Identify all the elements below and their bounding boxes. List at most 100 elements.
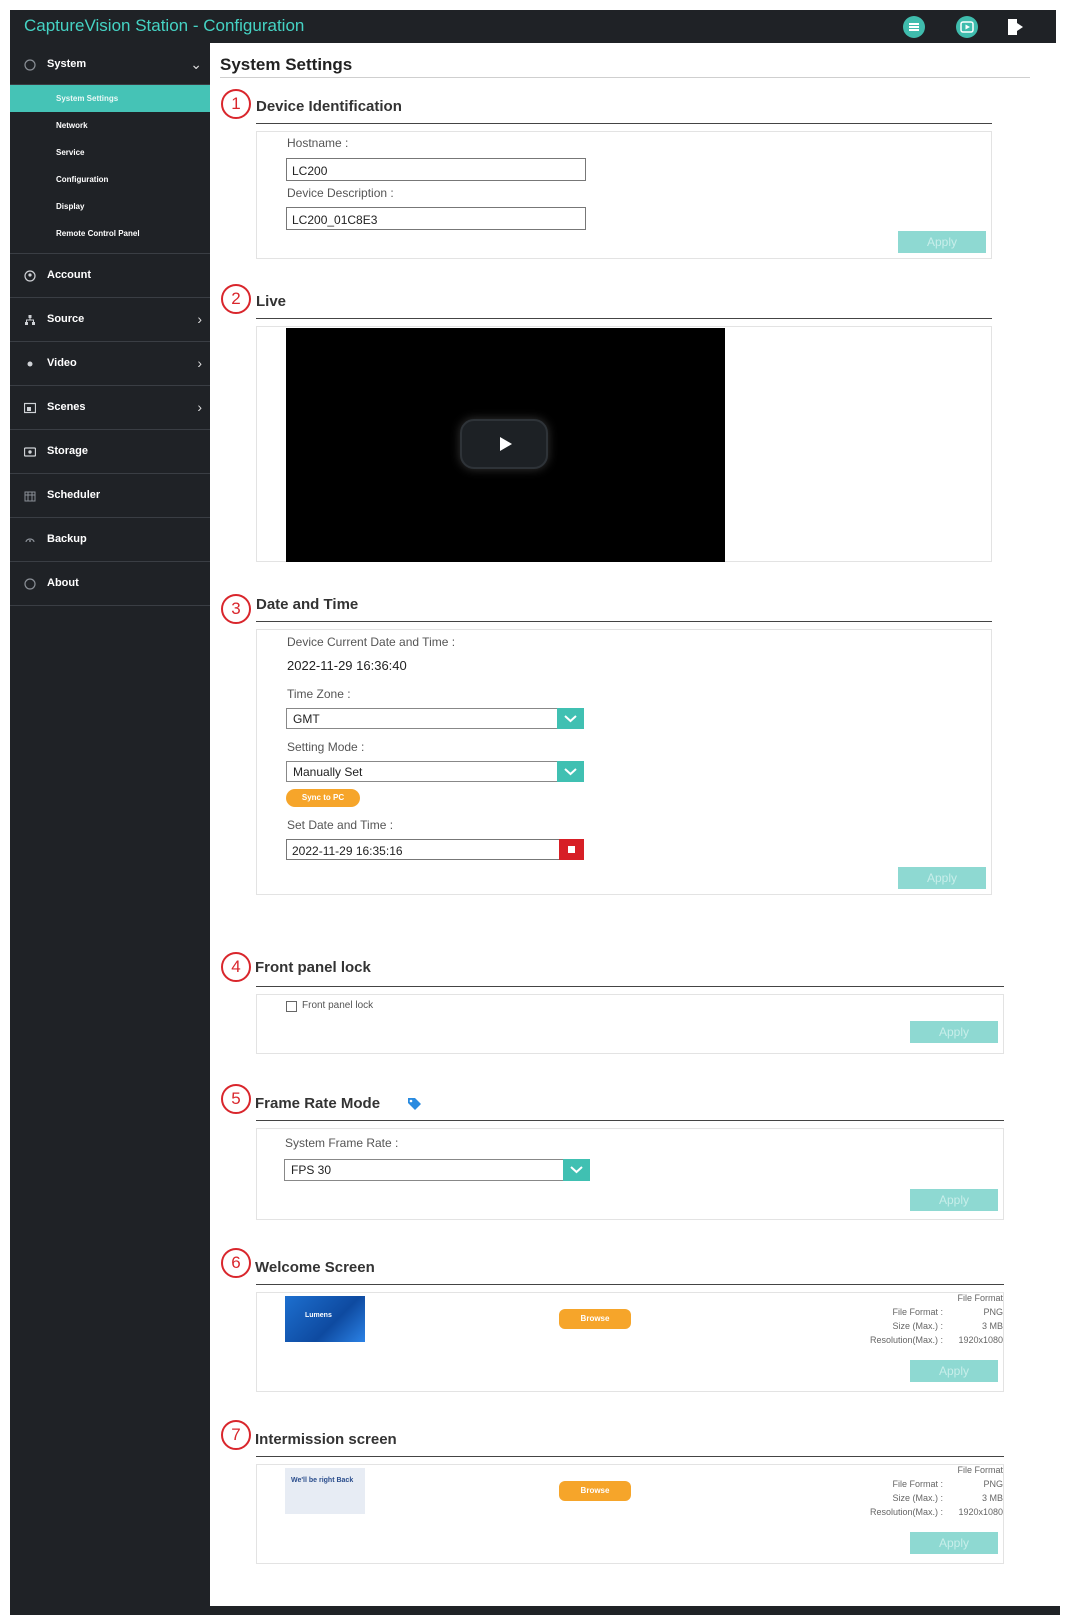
live-panel [256,326,992,562]
system-frame-rate-select[interactable]: FPS 30 [284,1159,590,1181]
size-value: 3 MB [981,1493,1003,1503]
sidebar-item-account[interactable]: Account [10,254,210,298]
intermission-screen-thumbnail: We'll be right Back [285,1468,365,1514]
sidebar-item-video[interactable]: Video › [10,342,210,386]
setting-mode-value: Manually Set [293,765,363,779]
chevron-down-icon [563,1159,590,1181]
sidebar-item-about[interactable]: About [10,562,210,606]
date-time-panel: Device Current Date and Time : 2022-11-2… [256,629,992,895]
file-format-heading: File Format [957,1465,1003,1475]
sidebar-item-storage[interactable]: Storage [10,430,210,474]
logout-icon[interactable] [1004,16,1026,38]
tag-icon[interactable] [406,1096,422,1112]
hostname-label: Hostname : [287,136,349,150]
section-marker: 4 [221,952,251,982]
file-format-value: PNG [983,1307,1003,1317]
chevron-right-icon: › [197,355,202,371]
divider [256,123,992,124]
section-marker: 6 [221,1248,251,1278]
section-title: Intermission screen [255,1431,397,1448]
bottom-bar [210,1606,1060,1615]
sidebar-subitem-service[interactable]: Service [10,139,210,166]
sidebar-item-scheduler[interactable]: Scheduler [10,474,210,518]
apply-button[interactable]: Apply [910,1021,998,1043]
size-value: 3 MB [981,1321,1003,1331]
intermission-screen-panel: We'll be right Back Browse File Format F… [256,1464,1004,1564]
device-identification-panel: Hostname : Device Description : Apply [256,131,992,259]
chevron-down-icon [557,761,584,782]
sidebar-item-label: Account [47,269,91,281]
sidebar-subitem-remote-control-panel[interactable]: Remote Control Panel [10,220,210,247]
size-label: Size (Max.) : [892,1493,943,1503]
apply-button[interactable]: Apply [898,231,986,253]
sidebar-item-label: About [47,577,79,589]
device-description-field[interactable] [286,207,586,230]
page-title: System Settings [220,55,353,74]
hostname-field[interactable] [286,158,586,181]
browse-button[interactable]: Browse [559,1309,631,1329]
sidebar-subitem-display[interactable]: Display [10,193,210,220]
chevron-down-icon: ⌄ [190,56,202,72]
file-format-label: File Format : [892,1307,943,1317]
apply-button[interactable]: Apply [910,1532,998,1554]
sidebar-item-system[interactable]: System ⌄ [10,43,210,85]
section-title: Welcome Screen [255,1259,375,1276]
sync-to-pc-button[interactable]: Sync to PC [286,789,360,807]
section-marker: 7 [221,1420,251,1450]
play-icon[interactable] [956,16,978,38]
sidebar-item-label: Storage [47,445,88,457]
storage-icon [24,446,36,458]
divider [256,1120,1004,1121]
sidebar-item-scenes[interactable]: Scenes › [10,386,210,430]
calendar-button[interactable] [559,839,584,860]
resolution-value: 1920x1080 [958,1507,1003,1517]
apply-button[interactable]: Apply [910,1189,998,1211]
resolution-value: 1920x1080 [958,1335,1003,1345]
current-datetime-value: 2022-11-29 16:36:40 [287,658,407,673]
divider [256,1456,1004,1457]
play-button[interactable] [460,419,548,469]
current-datetime-label: Device Current Date and Time : [287,635,456,649]
sidebar: System ⌄ System Settings Network Service… [10,43,210,1615]
setting-mode-label: Setting Mode : [287,740,365,754]
title-bar: CaptureVision Station - Configuration [10,10,1056,43]
sidebar-item-label: Source [47,313,85,325]
divider [256,318,992,319]
front-panel-lock-checkbox[interactable] [286,1001,297,1012]
sidebar-item-backup[interactable]: Backup [10,518,210,562]
sidebar-item-source[interactable]: Source › [10,298,210,342]
resolution-label: Resolution(Max.) : [869,1507,943,1517]
browse-button[interactable]: Browse [559,1481,631,1501]
section-marker: 5 [221,1084,251,1114]
file-format-label: File Format : [892,1479,943,1489]
thumbnail-text: We'll be right Back [291,1477,354,1484]
time-zone-select[interactable]: GMT [286,708,584,729]
chevron-down-icon [557,708,584,729]
apply-button[interactable]: Apply [898,867,986,889]
divider [256,1284,1004,1285]
user-icon [24,270,36,282]
backup-icon [24,534,36,546]
setting-mode-select[interactable]: Manually Set [286,761,584,782]
thumbnail-logo-text: Lumens [305,1312,332,1319]
sidebar-subitem-system-settings[interactable]: System Settings [10,85,210,112]
section-marker: 3 [221,594,251,624]
frame-rate-panel: System Frame Rate : FPS 30 Apply [256,1128,1004,1220]
file-format-heading: File Format [957,1293,1003,1303]
set-datetime-field[interactable] [286,839,584,860]
sidebar-subitem-network[interactable]: Network [10,112,210,139]
menu-icon[interactable] [903,16,925,38]
sidebar-item-label: Scenes [47,401,86,413]
front-panel-lock-label: Front panel lock [302,1000,374,1011]
apply-button[interactable]: Apply [910,1360,998,1382]
section-title: Device Identification [256,98,402,115]
sidebar-item-label: Video [47,357,77,369]
sidebar-subitem-configuration[interactable]: Configuration [10,166,210,193]
live-video[interactable] [286,328,725,562]
divider [220,77,1030,78]
system-frame-rate-value: FPS 30 [291,1163,332,1177]
calendar-icon [24,490,36,502]
chevron-right-icon: › [197,311,202,327]
front-panel-lock-panel: Front panel lock Apply [256,994,1004,1054]
size-label: Size (Max.) : [892,1321,943,1331]
